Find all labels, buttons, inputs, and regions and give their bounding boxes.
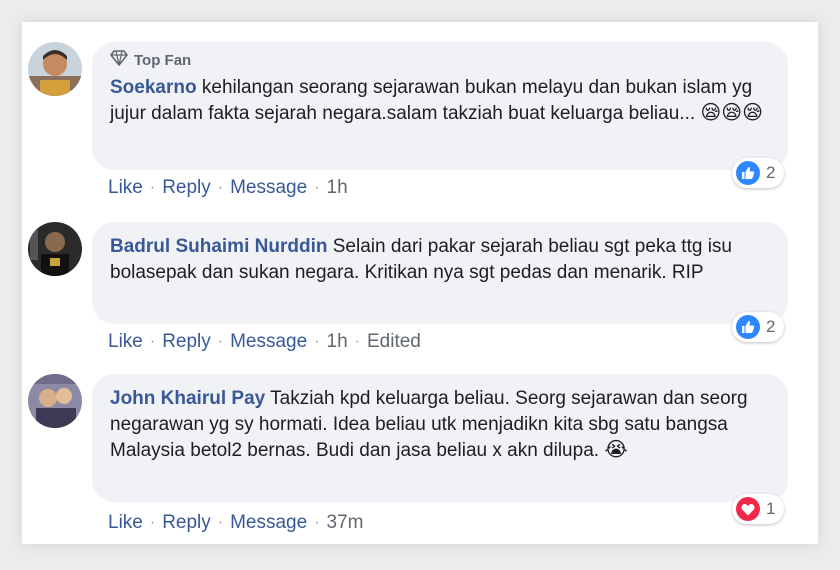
love-reaction-icon xyxy=(736,497,760,521)
comment-author[interactable]: Soekarno xyxy=(110,77,197,98)
reaction-count[interactable]: 2 xyxy=(732,158,784,188)
separator: · xyxy=(149,333,156,350)
crying-emoji: 😭 xyxy=(604,439,628,461)
timestamp[interactable]: 37m xyxy=(327,512,364,534)
like-link[interactable]: Like xyxy=(108,512,143,534)
edited-label[interactable]: Edited xyxy=(367,331,421,353)
message-link[interactable]: Message xyxy=(230,331,307,353)
reaction-number: 1 xyxy=(766,499,776,518)
message-link[interactable]: Message xyxy=(230,512,307,534)
separator: · xyxy=(217,333,224,350)
reply-link[interactable]: Reply xyxy=(162,331,211,353)
avatar[interactable] xyxy=(28,42,82,96)
separator: · xyxy=(354,333,360,350)
reply-link[interactable]: Reply xyxy=(162,512,211,534)
comment-bubble: Top Fan Soekarno kehilangan seorang seja… xyxy=(92,42,788,170)
reaction-count[interactable]: 1 xyxy=(732,494,784,524)
top-fan-badge[interactable]: Top Fan xyxy=(109,50,770,71)
message-link[interactable]: Message xyxy=(230,177,307,199)
comment-actions: Like · Reply · Message · 37m xyxy=(108,512,364,534)
avatar[interactable] xyxy=(28,374,82,428)
comments-panel: Top Fan Soekarno kehilangan seorang seja… xyxy=(22,22,818,544)
badge-label: Top Fan xyxy=(134,51,192,69)
timestamp[interactable]: 1h xyxy=(327,331,348,353)
like-link[interactable]: Like xyxy=(108,177,143,199)
separator: · xyxy=(314,179,320,196)
like-reaction-icon xyxy=(736,161,760,185)
timestamp[interactable]: 1h xyxy=(327,177,348,199)
comment-actions: Like · Reply · Message · 1h · Edited xyxy=(108,331,421,353)
separator: · xyxy=(149,179,156,196)
separator: · xyxy=(314,514,320,531)
separator: · xyxy=(149,514,156,531)
reaction-number: 2 xyxy=(766,317,776,336)
reaction-number: 2 xyxy=(766,163,776,182)
separator: · xyxy=(217,514,224,531)
like-link[interactable]: Like xyxy=(108,331,143,353)
comment-actions: Like · Reply · Message · 1h xyxy=(108,177,348,199)
comment-bubble: John Khairul Pay Takziah kpd keluarga be… xyxy=(92,374,788,502)
comment-text: kehilangan seorang sejarawan bukan melay… xyxy=(110,77,753,124)
sad-sleepy-emoji: 😪 xyxy=(700,102,722,124)
sad-sleepy-emoji: 😪 xyxy=(742,102,763,124)
like-reaction-icon xyxy=(736,315,760,339)
comment-author[interactable]: Badrul Suhaimi Nurddin xyxy=(110,236,327,257)
diamond-icon xyxy=(109,50,129,71)
avatar[interactable] xyxy=(28,222,82,276)
comment-author[interactable]: John Khairul Pay xyxy=(110,388,265,409)
reaction-count[interactable]: 2 xyxy=(732,312,784,342)
separator: · xyxy=(217,179,224,196)
separator: · xyxy=(314,333,320,350)
reply-link[interactable]: Reply xyxy=(162,177,211,199)
comment-bubble: Badrul Suhaimi Nurddin Selain dari pakar… xyxy=(92,222,788,324)
sad-sleepy-emoji: 😪 xyxy=(721,102,743,124)
